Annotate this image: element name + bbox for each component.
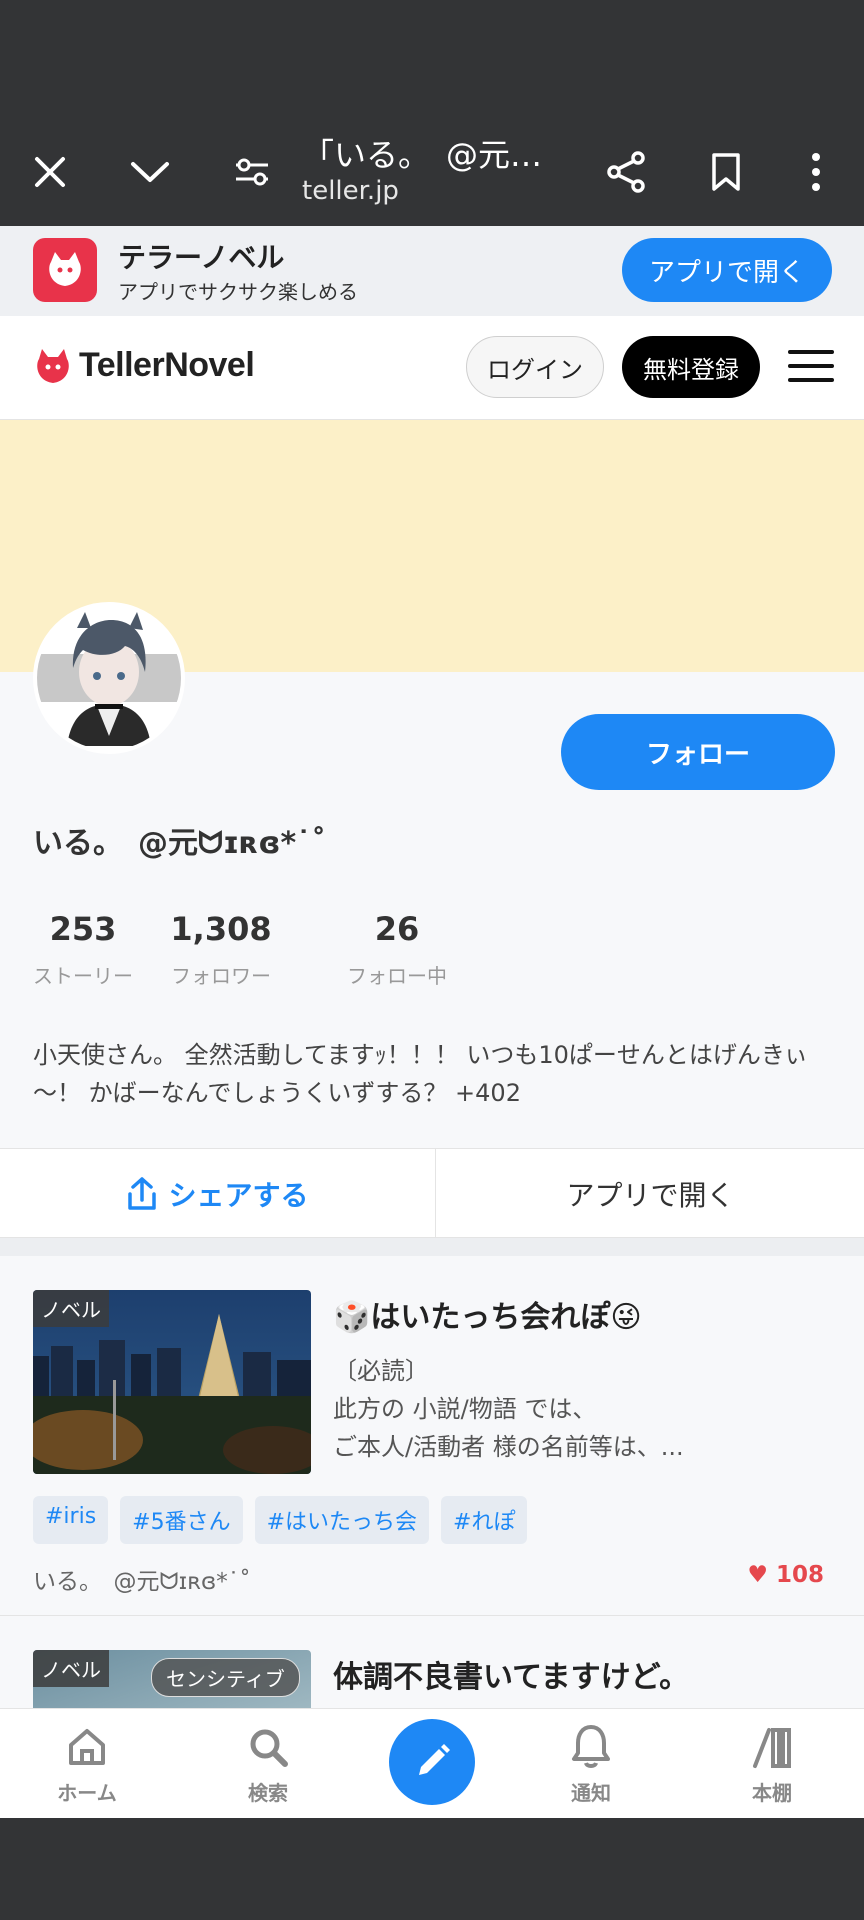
profile-page: フォロー いる。 @元ᗢɪʀɞ*˙˚ 253 ストーリー 1,308 フォロワー… (0, 420, 864, 1708)
login-button[interactable]: ログイン (466, 336, 604, 398)
tag[interactable]: #5番さん (120, 1496, 243, 1544)
hamburger-menu-icon[interactable] (788, 350, 834, 384)
site-header: TellerNovel ログイン 無料登録 (0, 316, 864, 420)
profile-stats: 253 ストーリー 1,308 フォロワー 26 フォロー中 (33, 910, 485, 989)
stat-following[interactable]: 26 フォロー中 (309, 910, 485, 989)
like-count: 108 (775, 1562, 824, 1588)
story-tags: #iris #5番さん #はいたっち会 #れぽ (33, 1496, 528, 1544)
sensitive-badge: センシティブ (151, 1658, 300, 1697)
nav-label: 検索 (248, 1781, 288, 1805)
open-in-app-button[interactable]: アプリで開く (437, 1149, 864, 1239)
avatar[interactable] (33, 602, 185, 754)
tag[interactable]: #れぽ (441, 1496, 528, 1544)
site-settings-icon[interactable] (226, 146, 278, 198)
nav-home[interactable]: ホーム (27, 1721, 147, 1806)
status-bar (0, 0, 864, 120)
share-icon[interactable] (600, 146, 652, 198)
app-tagline: アプリでサクサク楽しめる (118, 280, 358, 304)
bell-icon (572, 1725, 610, 1768)
profile-actions: シェアする アプリで開く (0, 1148, 864, 1239)
upload-share-icon (128, 1177, 157, 1210)
search-icon (250, 1729, 288, 1767)
story-type-badge: ノベル (33, 1650, 109, 1687)
divider (0, 1238, 864, 1256)
bottom-nav: ホーム 検索 通知 本棚 (0, 1708, 864, 1818)
story-likes: ♥ 108 (747, 1562, 824, 1588)
story-thumbnail[interactable]: ノベル センシティブ (33, 1650, 311, 1708)
story-desc-line: 此方の 小説/物語 では、 (333, 1395, 597, 1423)
story-thumbnail[interactable]: ノベル (33, 1290, 311, 1474)
app-name: テラーノベル (118, 241, 285, 274)
nav-label: 本棚 (752, 1781, 792, 1805)
share-button[interactable]: シェアする (0, 1149, 436, 1239)
stat-value: 1,308 (170, 910, 272, 948)
story-desc-line: 〔必読〕 (333, 1357, 429, 1385)
heart-icon: ♥ (747, 1562, 768, 1588)
story-title[interactable]: 🎲はいたっち会れぽ😜 (333, 1292, 642, 1336)
more-vert-icon[interactable] (790, 146, 842, 198)
stat-value: 253 (49, 910, 117, 948)
share-label: シェアする (168, 1179, 309, 1212)
stat-value: 26 (374, 910, 420, 948)
system-navigation-bar (0, 1818, 864, 1920)
nav-label: ホーム (57, 1781, 117, 1805)
brand-logo[interactable]: TellerNovel (33, 346, 255, 385)
signup-button[interactable]: 無料登録 (622, 336, 760, 398)
stat-label: ストーリー (33, 964, 133, 988)
write-button[interactable] (389, 1719, 475, 1805)
nav-search[interactable]: 検索 (208, 1721, 328, 1806)
open-app-button[interactable]: アプリで開く (622, 238, 832, 302)
profile-bio: 小天使さん。 全然活動してますｯ！！！ いつも10ぱーせんとはげんきぃ～！ かば… (33, 1041, 808, 1107)
page-title[interactable]: 「いる。 @元… (302, 130, 562, 176)
story-desc-line: ご本人/活動者 様の名前等は、... (333, 1433, 684, 1461)
stat-followers[interactable]: 1,308 フォロワー (133, 910, 309, 989)
nav-label: 通知 (571, 1781, 611, 1805)
profile-name: いる。 @元ᗢɪʀɞ*˙˚ (33, 826, 327, 861)
story-description: 〔必読〕 此方の 小説/物語 では、 ご本人/活動者 様の名前等は、... (333, 1352, 833, 1466)
app-promo-banner: テラーノベル アプリでサクサク楽しめる アプリで開く (0, 226, 864, 316)
follow-button[interactable]: フォロー (561, 714, 835, 790)
stat-stories[interactable]: 253 ストーリー (33, 910, 133, 989)
story-card[interactable]: ノベル 🎲はいたっち会れぽ😜 〔必読〕 此方の 小説/物語 では、 ご本人/活動… (0, 1256, 864, 1616)
tag[interactable]: #iris (33, 1496, 109, 1544)
bookmark-icon[interactable] (700, 146, 752, 198)
stat-label: フォロワー (171, 964, 271, 988)
page-domain[interactable]: teller.jp (302, 176, 399, 206)
bookshelf-icon (753, 1728, 791, 1768)
story-title[interactable]: 体調不良書いてますけど。 (333, 1652, 689, 1696)
stat-label: フォロー中 (347, 964, 447, 988)
close-icon[interactable] (24, 146, 76, 198)
app-logo-icon (33, 238, 97, 302)
home-icon (69, 1729, 105, 1765)
nav-bookshelf[interactable]: 本棚 (712, 1721, 832, 1806)
brand-cat-icon (37, 348, 69, 383)
nav-notifications[interactable]: 通知 (531, 1721, 651, 1806)
story-author: いる。 @元ᗢɪʀɞ*˙˚ (33, 1569, 251, 1595)
story-card[interactable]: ノベル センシティブ 体調不良書いてますけど。 (0, 1616, 864, 1708)
story-type-badge: ノベル (33, 1290, 109, 1327)
pencil-icon (419, 1744, 450, 1775)
chevron-down-icon[interactable] (124, 146, 176, 198)
brand-name: TellerNovel (79, 346, 255, 384)
browser-toolbar: 「いる。 @元… teller.jp (0, 120, 864, 226)
tag[interactable]: #はいたっち会 (254, 1496, 430, 1544)
